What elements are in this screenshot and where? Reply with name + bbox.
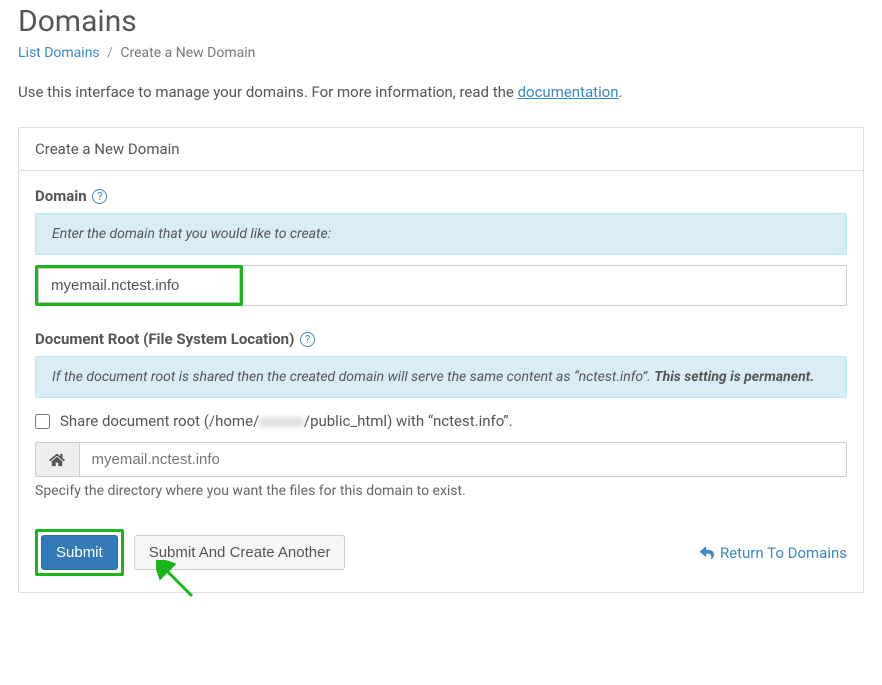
- docroot-input-group: [35, 442, 847, 477]
- home-icon: [35, 442, 79, 477]
- domain-input-extension: [243, 265, 847, 306]
- create-domain-panel: Create a New Domain Domain ? Enter the d…: [18, 127, 864, 593]
- submit-button[interactable]: Submit: [41, 535, 118, 570]
- blurred-username: xxxxxx: [259, 412, 304, 430]
- intro-text: Use this interface to manage your domain…: [18, 83, 864, 101]
- reply-arrow-icon: [700, 546, 714, 560]
- submit-highlight: Submit: [35, 529, 124, 576]
- help-icon[interactable]: ?: [92, 189, 107, 204]
- breadcrumb-list-domains[interactable]: List Domains: [18, 45, 100, 61]
- share-docroot-checkbox[interactable]: [35, 414, 50, 429]
- return-arrow-icon: [680, 546, 694, 560]
- breadcrumb: List Domains / Create a New Domain: [18, 45, 864, 61]
- domain-input[interactable]: [38, 268, 240, 303]
- return-to-domains-link[interactable]: Return To Domains: [680, 544, 847, 562]
- domain-hint: Enter the domain that you would like to …: [35, 213, 847, 255]
- page-title: Domains: [18, 4, 864, 39]
- docroot-hint: If the document root is shared then the …: [35, 356, 847, 398]
- submit-and-create-another-button[interactable]: Submit And Create Another: [134, 535, 346, 570]
- actions-row: Submit Submit And Create Another Return …: [35, 529, 847, 576]
- documentation-link[interactable]: documentation: [518, 83, 619, 101]
- share-docroot-row[interactable]: Share document root (/home/xxxxxx/public…: [35, 412, 847, 430]
- share-docroot-label: Share document root (/home/xxxxxx/public…: [60, 412, 513, 430]
- docroot-label: Document Root (File System Location) ?: [35, 330, 847, 348]
- breadcrumb-current: Create a New Domain: [120, 45, 255, 61]
- domain-input-highlight: [35, 265, 243, 306]
- breadcrumb-separator: /: [107, 45, 113, 61]
- help-icon[interactable]: ?: [300, 332, 315, 347]
- domain-label: Domain ?: [35, 187, 847, 205]
- panel-header: Create a New Domain: [19, 128, 863, 171]
- docroot-input[interactable]: [79, 442, 847, 477]
- docroot-helper: Specify the directory where you want the…: [35, 483, 847, 499]
